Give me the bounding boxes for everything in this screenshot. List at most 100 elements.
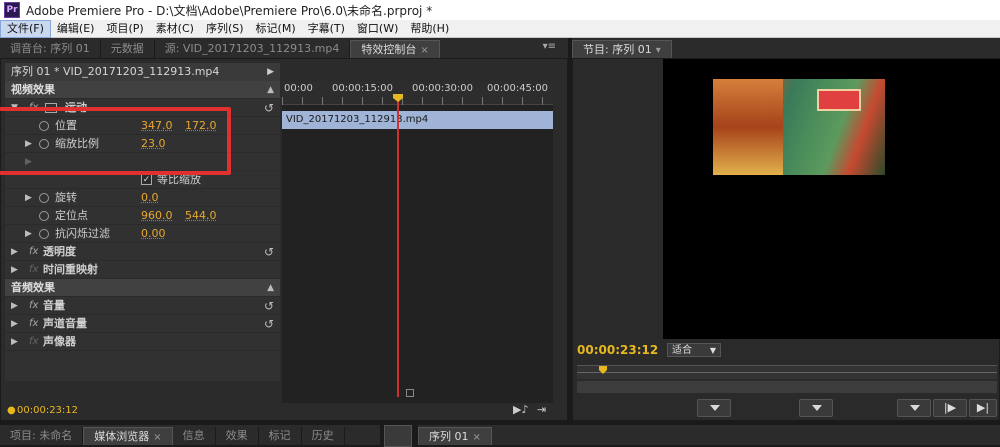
menu-edit[interactable]: 编辑(E): [51, 20, 101, 38]
stopwatch-icon[interactable]: [39, 229, 49, 239]
menu-help[interactable]: 帮助(H): [404, 20, 455, 38]
close-icon[interactable]: ×: [420, 45, 428, 56]
expand-right-icon[interactable]: ▶: [25, 225, 32, 243]
time-remap-row[interactable]: ▶ fx 时间重映射: [5, 261, 280, 279]
panner-row[interactable]: ▶ fx 声像器: [5, 333, 280, 351]
timeline-clip[interactable]: VID_20171203_112913.mp4: [282, 111, 553, 129]
tab-sequence[interactable]: 序列 01 ×: [418, 427, 492, 445]
expand-right-icon[interactable]: ▶: [11, 261, 18, 279]
next-edit-button[interactable]: ▶|: [969, 399, 997, 417]
step-back-button[interactable]: [897, 399, 931, 417]
marker-icon: [910, 405, 920, 411]
audio-effects-label: 音频效果: [11, 281, 55, 294]
expand-right-icon[interactable]: ▶: [11, 315, 18, 333]
reset-icon[interactable]: ↺: [264, 315, 274, 333]
tab-media-browser[interactable]: 媒体浏览器 ×: [83, 427, 173, 445]
tab-source[interactable]: 源: VID_20171203_112913.mp4: [155, 40, 351, 58]
close-icon[interactable]: ×: [153, 432, 161, 443]
tab-info[interactable]: 信息: [173, 427, 216, 445]
window-title: Adobe Premiere Pro - D:\文档\Adobe\Premier…: [26, 3, 433, 18]
tools-panel[interactable]: [384, 425, 412, 447]
audio-effects-header: 音频效果 ▲: [5, 279, 280, 297]
reset-icon[interactable]: ↺: [264, 243, 274, 261]
expand-right-icon[interactable]: ▶: [11, 297, 18, 315]
tab-effects[interactable]: 效果: [216, 427, 259, 445]
video-effects-label: 视频效果: [11, 83, 55, 96]
stopwatch-icon[interactable]: [39, 193, 49, 203]
menu-project[interactable]: 项目(P): [100, 20, 149, 38]
step-forward-button[interactable]: |▶: [933, 399, 967, 417]
anchor-row: 定位点 960.0 544.0: [5, 207, 280, 225]
fx-icon: fx: [29, 264, 39, 275]
volume-row[interactable]: ▶ fx 音量 ↺: [5, 297, 280, 315]
tab-media-browser-label: 媒体浏览器: [94, 430, 150, 443]
anchor-x-value[interactable]: 960.0: [141, 207, 173, 225]
reset-icon[interactable]: ↺: [264, 297, 274, 315]
menu-file[interactable]: 文件(F): [0, 19, 51, 38]
fx-icon[interactable]: fx: [29, 297, 38, 315]
anti-flicker-row: ▶ 抗闪烁过滤 0.00: [5, 225, 280, 243]
scroll-handle[interactable]: [406, 389, 414, 397]
scrubber-track: [577, 372, 997, 373]
scroll-up-icon[interactable]: ▲: [267, 279, 274, 297]
menu-marker[interactable]: 标记(M): [250, 20, 302, 38]
effect-controls-panel: 序列 01 * VID_20171203_112913.mp4 ▶ 视频效果 ▲…: [0, 58, 568, 421]
menu-title[interactable]: 字幕(T): [302, 20, 351, 38]
program-timecode[interactable]: 00:00:23:12: [577, 343, 658, 357]
fx-icon[interactable]: fx: [29, 315, 38, 333]
tab-metadata[interactable]: 元数据: [101, 40, 155, 58]
opacity-row[interactable]: ▶ fx 透明度 ↺: [5, 243, 280, 261]
uniform-scale-checkbox[interactable]: ✓: [141, 174, 152, 185]
expand-right-icon[interactable]: ▶: [25, 189, 32, 207]
fit-dropdown[interactable]: 适合 ▼: [667, 343, 721, 357]
video-frame-object: [817, 89, 861, 111]
channel-volume-label: 声道音量: [43, 317, 87, 330]
anchor-y-value[interactable]: 544.0: [185, 207, 217, 225]
tab-effect-controls-label: 特效控制台: [361, 43, 417, 56]
add-marker-button[interactable]: [799, 399, 833, 417]
effect-timecode[interactable]: 00:00:23:12: [17, 405, 78, 416]
time-ruler[interactable]: 00:00 00:00:15:00 00:00:30:00 00:00:45:0…: [282, 81, 553, 105]
menu-window[interactable]: 窗口(W): [351, 20, 404, 38]
expand-right-icon[interactable]: ▶: [11, 333, 18, 351]
ruler-tick-label: 00:00:30:00: [412, 83, 474, 94]
fx-icon[interactable]: fx: [29, 243, 38, 261]
anchor-label: 定位点: [55, 209, 88, 222]
toggle-icon[interactable]: ⇥: [537, 403, 546, 416]
reset-icon[interactable]: ↺: [264, 99, 274, 117]
tab-markers[interactable]: 标记: [259, 427, 302, 445]
fit-label: 适合: [672, 345, 692, 356]
video-effects-header: 视频效果 ▲: [5, 81, 280, 99]
expand-right-icon[interactable]: ▶: [11, 243, 18, 261]
tab-project[interactable]: 项目: 未命名: [0, 427, 84, 445]
chevron-down-icon[interactable]: ▾: [656, 45, 661, 56]
program-scrubber[interactable]: [577, 365, 997, 379]
menu-sequence[interactable]: 序列(S): [200, 20, 250, 38]
tab-sequence-label: 序列 01: [429, 430, 469, 443]
tab-history[interactable]: 历史: [302, 427, 345, 445]
stopwatch-icon[interactable]: [39, 211, 49, 221]
panner-label: 声像器: [43, 335, 76, 348]
panel-menu-icon[interactable]: ▾≡: [543, 41, 556, 52]
menu-clip[interactable]: 素材(C): [150, 20, 200, 38]
premiere-logo-icon: Pr: [4, 2, 20, 18]
tab-effect-controls[interactable]: 特效控制台 ×: [350, 40, 440, 58]
workspace: 调音台: 序列 01 元数据 源: VID_20171203_112913.mp…: [0, 38, 1000, 447]
clip-header: 序列 01 * VID_20171203_112913.mp4 ▶: [5, 63, 280, 81]
mark-in-button[interactable]: [697, 399, 731, 417]
zoom-bar[interactable]: [577, 381, 997, 393]
rotation-label: 旋转: [55, 191, 77, 204]
play-audio-icon[interactable]: ▶♪: [513, 403, 528, 416]
tab-program[interactable]: 节目: 序列 01 ▾: [572, 40, 672, 58]
ruler-tick-label: 00:00: [284, 83, 313, 94]
tab-audio-mixer[interactable]: 调音台: 序列 01: [0, 40, 101, 58]
program-viewer[interactable]: [663, 59, 1000, 339]
volume-label: 音量: [43, 299, 65, 312]
close-icon[interactable]: ×: [473, 432, 481, 443]
play-only-clip-icon[interactable]: ▶: [267, 63, 274, 81]
channel-volume-row[interactable]: ▶ fx 声道音量 ↺: [5, 315, 280, 333]
playhead[interactable]: [397, 97, 399, 397]
rotation-value[interactable]: 0.0: [141, 189, 159, 207]
anti-flicker-value[interactable]: 0.00: [141, 225, 166, 243]
scroll-up-icon[interactable]: ▲: [267, 81, 274, 99]
